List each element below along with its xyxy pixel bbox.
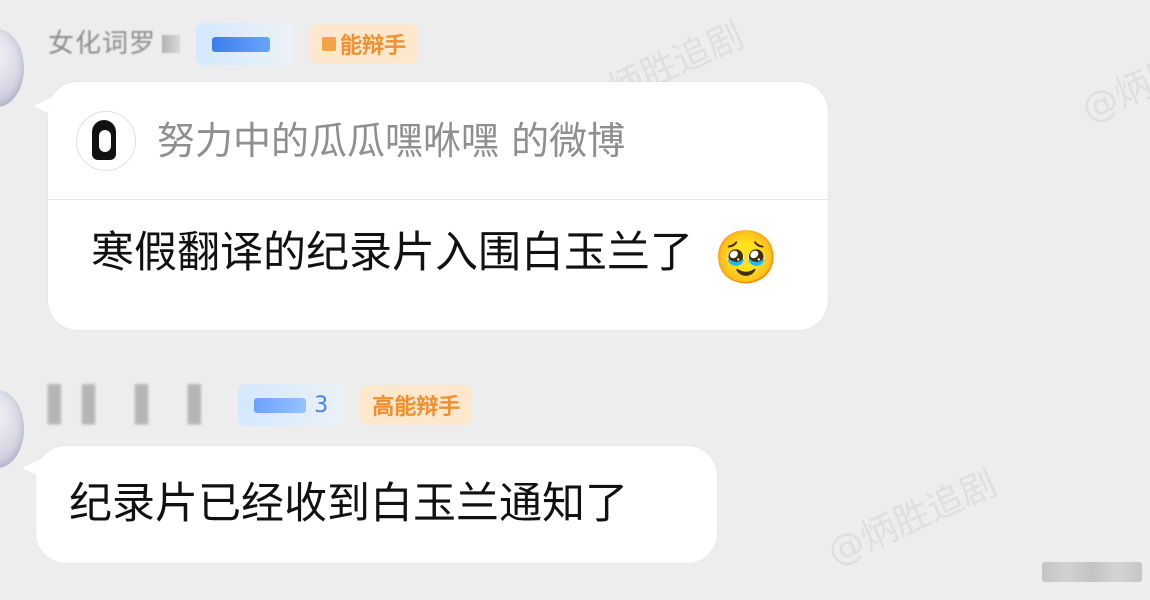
level-bar	[212, 36, 271, 52]
message-bubble-1[interactable]: 努力中的瓜瓜嘿咻嘿 的微博 寒假翻译的纪录片入围白玉兰了 🥹	[48, 82, 828, 330]
user-level-badge-1	[196, 23, 295, 65]
badge-2: 高能辩手	[360, 385, 473, 425]
message-text-1: 寒假翻译的纪录片入围白玉兰了	[91, 228, 693, 278]
user-level-badge-2: 3	[238, 384, 345, 426]
message-header-1: 女化词罗 能辩手	[48, 23, 419, 65]
emoji: 🥹	[713, 228, 779, 288]
message-header-2: ▌▌ ▌ ▌ 3 高能辩手	[48, 384, 473, 426]
user-name-2: ▌▌ ▌ ▌	[48, 385, 223, 425]
quoted-title: 努力中的瓜瓜嘿咻嘿 的微博	[157, 118, 626, 163]
mini-avatar	[76, 110, 136, 171]
watermark: @炳胜追剧	[821, 463, 1003, 574]
user-avatar-2[interactable]	[0, 390, 24, 468]
level-bar	[254, 397, 307, 413]
blur-box	[162, 35, 181, 53]
more-bar	[1042, 562, 1142, 582]
watermark: @炳胜追剧	[1075, 20, 1150, 131]
message-bubble-2[interactable]: 纪录片已经收到白玉兰通知了	[36, 446, 717, 563]
user-avatar-1[interactable]	[0, 29, 24, 107]
badge-1: 能辩手	[310, 24, 419, 64]
user-name-1: 女化词罗	[48, 25, 181, 63]
chat-screenshot: @炳胜追剧 @炳胜追剧 @炳胜追剧 女化词罗 能辩手 努力中的瓜瓜嘿咻嘿 的微博…	[0, 0, 1150, 600]
message-text-2: 纪录片已经收到白玉兰通知了	[69, 479, 628, 529]
badge-icon	[322, 37, 337, 51]
quoted-weibo[interactable]: 努力中的瓜瓜嘿咻嘿 的微博	[48, 82, 828, 200]
